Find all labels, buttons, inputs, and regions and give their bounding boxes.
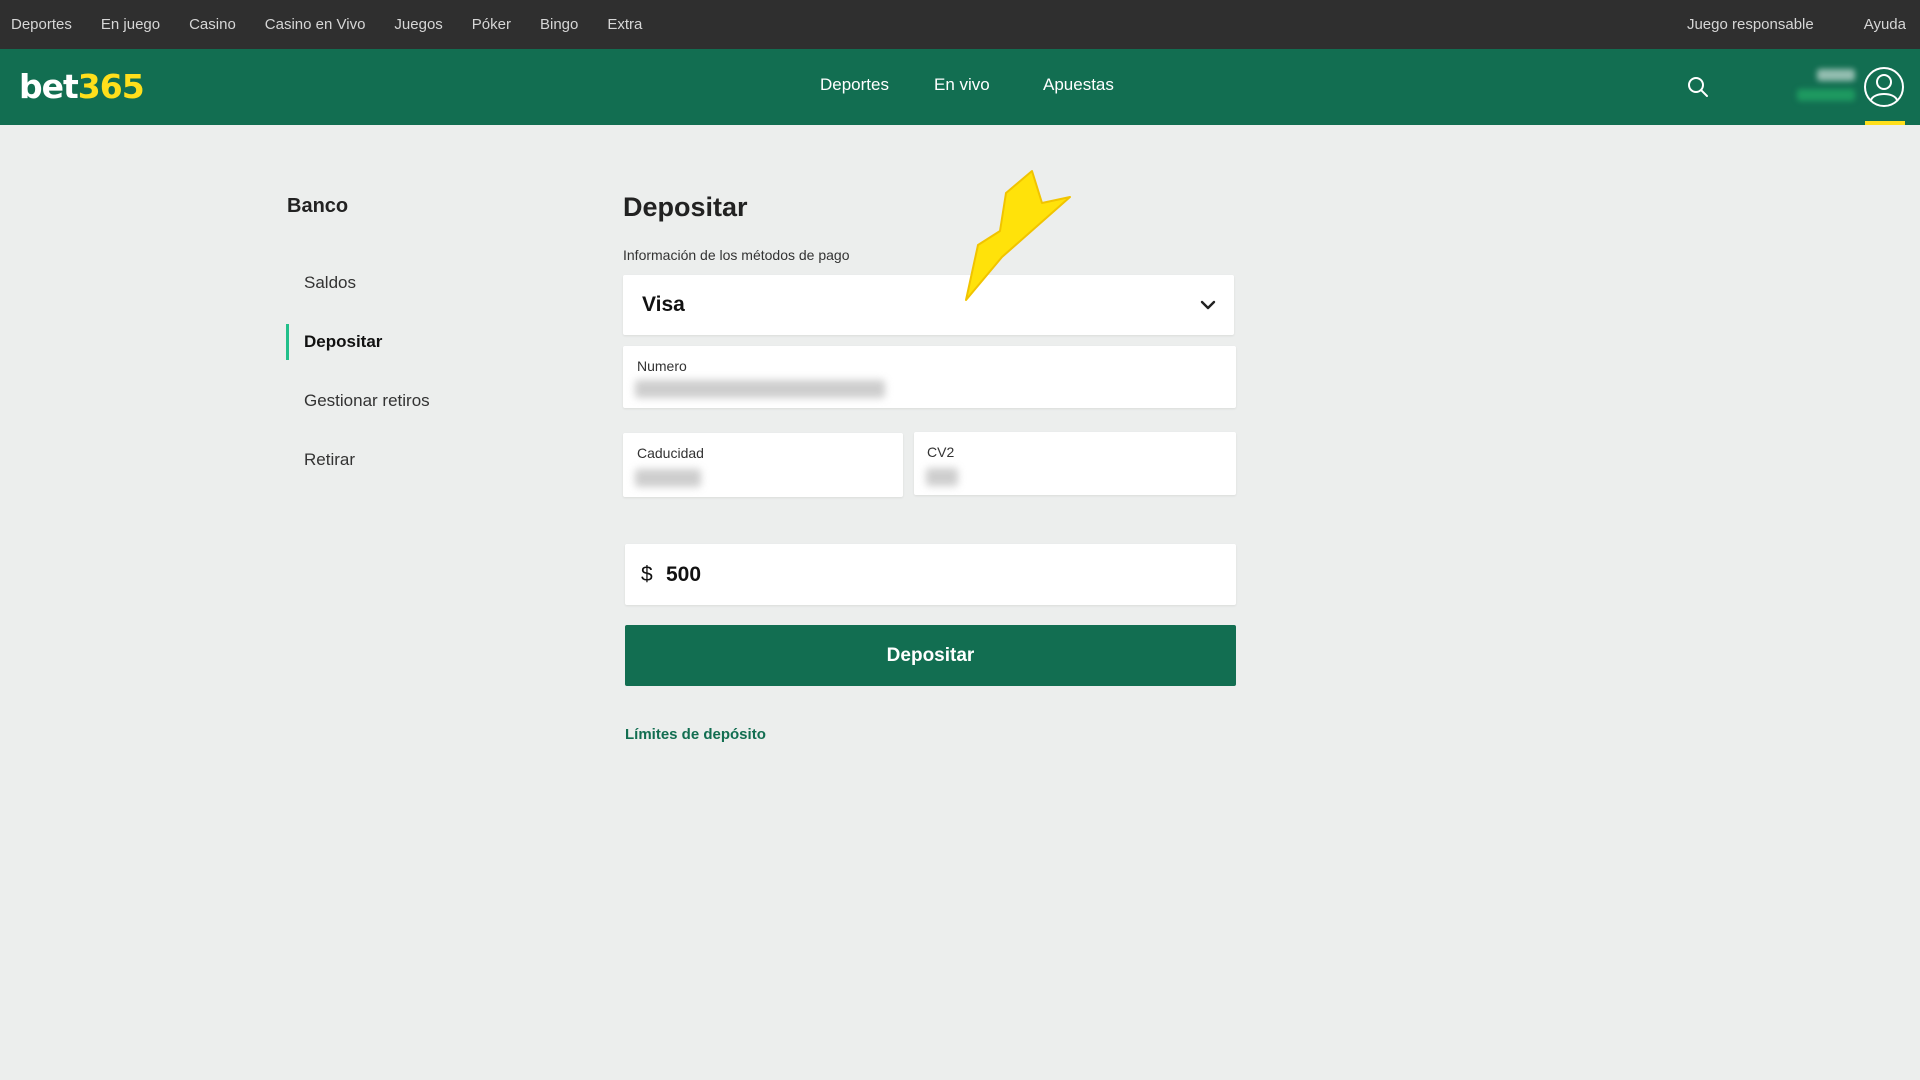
top-link-casino[interactable]: Casino (189, 16, 236, 33)
cvv-label: CV2 (927, 444, 955, 460)
search-icon[interactable] (1686, 75, 1710, 99)
top-link-extra[interactable]: Extra (607, 16, 642, 33)
top-link-juego-responsable[interactable]: Juego responsable (1687, 16, 1814, 33)
chevron-down-icon (1200, 300, 1216, 310)
page-title: Depositar (623, 192, 748, 222)
top-link-bingo[interactable]: Bingo (540, 16, 578, 33)
payment-method-select[interactable]: Visa (623, 275, 1234, 335)
annotation-arrow-icon (965, 170, 1071, 301)
cvv-value-blurred (926, 468, 958, 486)
card-number-value-blurred (635, 380, 885, 398)
amount-input[interactable]: $ 500 (625, 544, 1236, 605)
currency-symbol: $ (641, 563, 653, 586)
top-link-en-juego[interactable]: En juego (101, 16, 160, 33)
nav-deportes[interactable]: Deportes (820, 75, 889, 95)
top-link-poker[interactable]: Póker (472, 16, 511, 33)
balance-amount-blurred (1817, 69, 1855, 81)
active-account-marker (1865, 121, 1905, 125)
account-balance[interactable] (1785, 65, 1855, 109)
top-link-ayuda[interactable]: Ayuda (1864, 16, 1906, 33)
sidebar-item-gestionar-retiros[interactable]: Gestionar retiros (286, 383, 486, 419)
top-nav-right: Juego responsable Ayuda (1637, 0, 1906, 49)
main-header: bet365 Deportes En vivo Apuestas (0, 49, 1920, 125)
top-link-casino-en-vivo[interactable]: Casino en Vivo (265, 16, 366, 33)
cvv-field[interactable]: CV2 (914, 432, 1236, 495)
sidebar-item-saldos[interactable]: Saldos (286, 265, 486, 301)
card-number-field[interactable]: Numero (623, 346, 1236, 408)
sidebar-title: Banco (287, 195, 349, 217)
deposit-button[interactable]: Depositar (625, 625, 1236, 686)
nav-apuestas[interactable]: Apuestas (1043, 75, 1114, 95)
top-link-juegos[interactable]: Juegos (394, 16, 442, 33)
balance-label-blurred (1797, 89, 1855, 101)
sidebar-item-depositar[interactable]: Depositar (286, 324, 486, 360)
expiry-field[interactable]: Caducidad (623, 433, 903, 497)
deposit-limits-link[interactable]: Límites de depósito (625, 726, 766, 743)
sidebar-item-retirar[interactable]: Retirar (286, 442, 486, 478)
top-link-deportes[interactable]: Deportes (11, 16, 72, 33)
card-number-label: Numero (637, 358, 687, 374)
top-nav-left: Deportes En juego Casino Casino en Vivo … (11, 0, 671, 49)
expiry-value-blurred (635, 469, 701, 487)
user-account-icon[interactable] (1863, 66, 1905, 108)
expiry-label: Caducidad (637, 445, 704, 461)
main-nav: Deportes En vivo Apuestas (0, 49, 1920, 125)
payment-method-value: Visa (642, 293, 685, 316)
top-utility-bar: Deportes En juego Casino Casino en Vivo … (0, 0, 1920, 49)
nav-en-vivo[interactable]: En vivo (934, 75, 990, 95)
payment-method-label: Información de los métodos de pago (623, 247, 850, 263)
amount-value: 500 (666, 563, 702, 586)
